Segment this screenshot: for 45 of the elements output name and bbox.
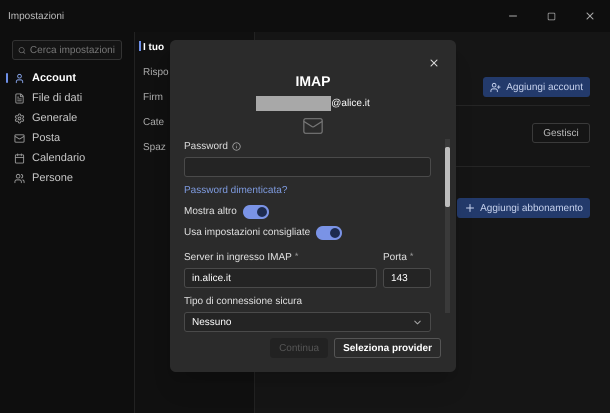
sidebar-item[interactable]: Posta	[0, 129, 134, 147]
search-icon	[18, 46, 26, 54]
forgot-password-link[interactable]: Password dimenticata?	[184, 183, 431, 198]
sidebar-item[interactable]: Generale	[0, 109, 134, 127]
required-mark: *	[294, 250, 298, 263]
port-field[interactable]: 143	[383, 268, 431, 288]
add-subscription-button[interactable]: Aggiungi abbonamento	[457, 198, 590, 218]
add-account-button[interactable]: Aggiungi account	[483, 77, 590, 97]
email-domain: @alice.it	[331, 97, 370, 111]
security-dropdown[interactable]: Nessuno	[184, 312, 431, 332]
search-field[interactable]: Cerca impostazioni	[12, 40, 122, 60]
subnav-item[interactable]: I tuo	[139, 40, 254, 55]
settings-icon	[14, 112, 25, 124]
calendar-icon	[14, 152, 25, 164]
mail-icon	[14, 132, 25, 144]
person-icon	[14, 72, 25, 84]
password-label: Password	[184, 140, 228, 154]
sidebar-item[interactable]: Persone	[0, 169, 134, 187]
server-label: Server in ingresso IMAP	[184, 251, 292, 265]
manage-button[interactable]: Gestisci	[532, 123, 590, 143]
toggle-switch[interactable]	[242, 204, 269, 218]
sidebar-item[interactable]: Account	[0, 69, 134, 87]
mail-icon	[301, 115, 325, 137]
password-field[interactable]	[184, 157, 431, 177]
port-label: Porta	[383, 251, 407, 265]
scrollbar[interactable]	[445, 139, 450, 313]
close-icon[interactable]	[584, 10, 596, 22]
sidebar-item[interactable]: File di dati	[0, 89, 134, 107]
info-icon	[232, 142, 241, 151]
dialog-title: IMAP	[296, 72, 330, 91]
server-field[interactable]: in.alice.it	[184, 268, 377, 288]
dialog-button[interactable]: Seleziona provider	[334, 338, 441, 358]
person-add-icon	[490, 82, 502, 92]
people-icon	[14, 172, 25, 184]
sidebar-item[interactable]: Calendario	[0, 149, 134, 167]
window-title: Impostazioni	[8, 10, 64, 24]
document-icon	[14, 92, 25, 104]
toggle-label: Mostra altro	[184, 205, 237, 219]
maximize-icon[interactable]	[547, 12, 556, 20]
toggle-switch[interactable]	[316, 226, 342, 240]
required-mark: *	[410, 250, 414, 263]
security-label: Tipo di connessione sicura	[184, 295, 304, 309]
plus-icon	[464, 202, 476, 214]
toggle-label: Usa impostazioni consigliate	[184, 226, 310, 240]
close-icon[interactable]	[428, 57, 440, 69]
